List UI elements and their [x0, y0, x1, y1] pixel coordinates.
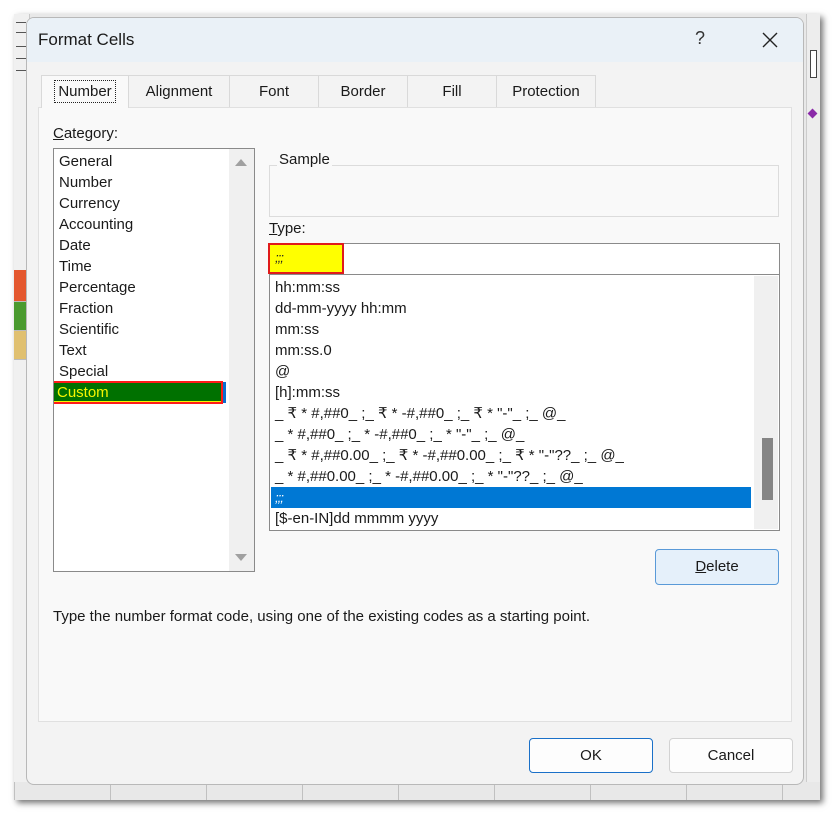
delete-accelerator: D [695, 558, 707, 575]
tab-border[interactable]: Border [318, 75, 408, 107]
type-label: Type: [269, 220, 306, 237]
ribbon-icon-fragment [807, 108, 818, 119]
category-list[interactable]: General Number Currency Accounting Date … [53, 148, 255, 572]
category-item-date[interactable]: Date [54, 235, 229, 256]
format-item[interactable]: dd-mm-yyyy hh:mm [271, 298, 751, 319]
format-item[interactable]: _ ₹ * #,##0_ ;_ ₹ * -#,##0_ ;_ ₹ * "-"_ … [271, 403, 751, 424]
type-input[interactable]: ;;; [268, 243, 780, 275]
format-code-list[interactable]: hh:mm:ss dd-mm-yyyy hh:mm mm:ss mm:ss.0 … [269, 274, 780, 531]
ribbon-icon-fragment [810, 50, 817, 78]
scrollbar-thumb[interactable] [762, 438, 773, 500]
sample-groupbox [269, 165, 779, 217]
type-input-value: ;;; [275, 250, 284, 265]
category-label-accelerator: C [53, 125, 64, 142]
sample-label: Sample [277, 151, 332, 168]
tab-alignment[interactable]: Alignment [128, 75, 230, 107]
title-bar: Format Cells ? [27, 18, 803, 62]
category-item-special[interactable]: Special [54, 361, 229, 382]
category-item-percentage[interactable]: Percentage [54, 277, 229, 298]
hint-text: Type the number format code, using one o… [53, 608, 590, 625]
tab-font[interactable]: Font [229, 75, 319, 107]
dialog-title: Format Cells [38, 30, 135, 49]
scroll-up-arrow-icon[interactable] [235, 159, 247, 166]
tab-protection[interactable]: Protection [496, 75, 596, 107]
tab-fill[interactable]: Fill [407, 75, 497, 107]
category-item-currency[interactable]: Currency [54, 193, 229, 214]
delete-label-text: elete [706, 558, 739, 575]
ribbon-icon-fragment [16, 58, 26, 59]
format-item-selected[interactable]: ;;; [271, 487, 751, 508]
format-item[interactable]: mm:ss.0 [271, 340, 751, 361]
tab-number[interactable]: Number [41, 75, 129, 108]
help-button[interactable]: ? [687, 28, 713, 52]
format-list-scrollbar[interactable] [754, 276, 778, 529]
tab-label: Number [54, 80, 116, 103]
category-item-general[interactable]: General [54, 151, 229, 172]
tab-strip: Number Alignment Font Border Fill Protec… [41, 75, 596, 108]
format-item[interactable]: mm:ss [271, 319, 751, 340]
ribbon-icon-fragment [16, 46, 26, 47]
category-scrollbar[interactable] [229, 149, 254, 571]
format-item[interactable]: hh:mm:ss [271, 277, 751, 298]
number-tab-panel: Category: General Number Currency Accoun… [38, 107, 792, 722]
format-cells-dialog: Format Cells ? Number Alignment Font Bor… [26, 17, 804, 785]
scroll-down-arrow-icon[interactable] [235, 554, 247, 561]
category-item-time[interactable]: Time [54, 256, 229, 277]
close-icon [762, 32, 778, 48]
format-item[interactable]: [h]:mm:ss [271, 382, 751, 403]
category-label: Category: [53, 125, 118, 142]
category-item-text[interactable]: Text [54, 340, 229, 361]
format-item[interactable]: [$-en-IN]dd mmmm yyyy [271, 508, 751, 529]
ribbon-icon-fragment [16, 70, 26, 71]
ribbon-icon-fragment [16, 32, 26, 33]
category-item-custom[interactable]: Custom [54, 381, 223, 404]
category-item-scientific[interactable]: Scientific [54, 319, 229, 340]
selection-accent [222, 382, 226, 403]
format-item[interactable]: _ * #,##0.00_ ;_ * -#,##0.00_ ;_ * "-"??… [271, 466, 751, 487]
delete-button[interactable]: Delete [655, 549, 779, 585]
cancel-button[interactable]: Cancel [669, 738, 793, 773]
category-item-number[interactable]: Number [54, 172, 229, 193]
close-button[interactable] [755, 26, 785, 54]
category-item-accounting[interactable]: Accounting [54, 214, 229, 235]
format-item[interactable]: _ ₹ * #,##0.00_ ;_ ₹ * -#,##0.00_ ;_ ₹ *… [271, 445, 751, 466]
format-item[interactable]: _ * #,##0_ ;_ * -#,##0_ ;_ * "-"_ ;_ @_ [271, 424, 751, 445]
format-item[interactable]: @ [271, 361, 751, 382]
category-item-fraction[interactable]: Fraction [54, 298, 229, 319]
ribbon-icon-fragment [16, 22, 26, 23]
ok-button[interactable]: OK [529, 738, 653, 773]
category-label-text: ategory: [63, 125, 119, 142]
type-label-text: ype: [277, 220, 306, 237]
excel-background-right-edge [806, 14, 820, 800]
